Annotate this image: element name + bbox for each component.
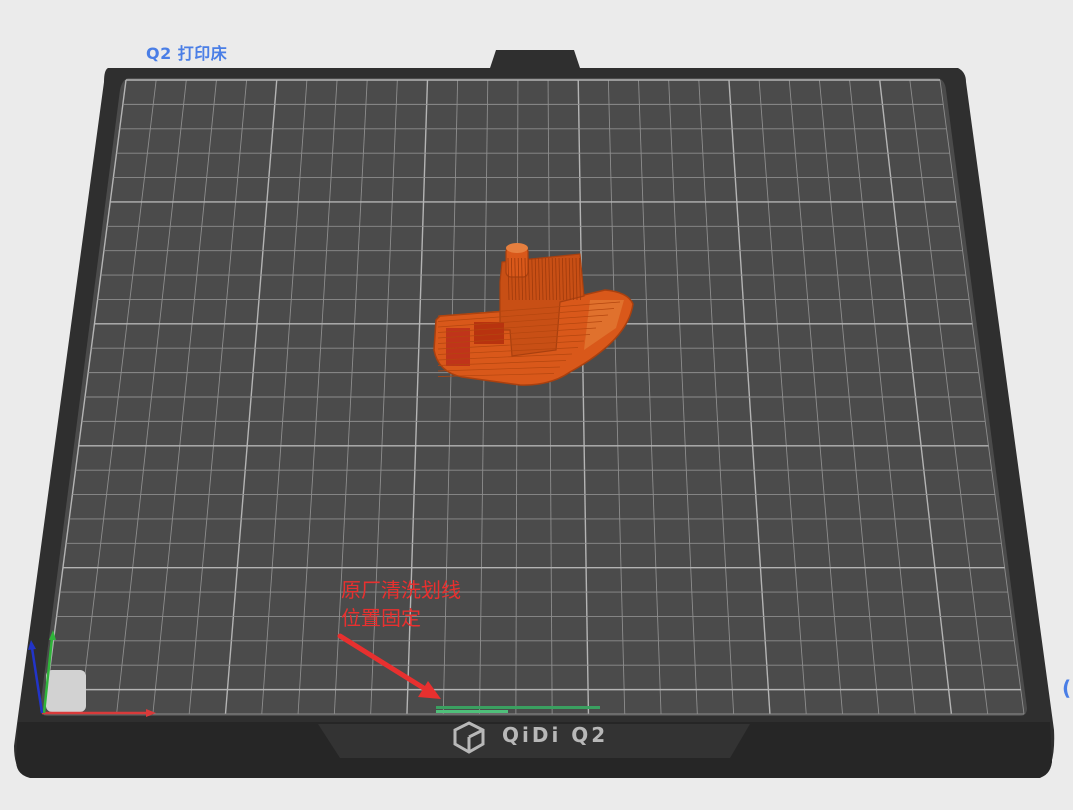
scene-canvas[interactable]	[0, 0, 1073, 810]
model-inner-deck	[446, 328, 470, 366]
model-chimney-top	[506, 243, 528, 253]
annotation-line-1: 原厂清洗划线	[341, 578, 461, 602]
brand-name: QiDi Q2	[502, 723, 609, 747]
annotation-line-2: 位置固定	[341, 606, 421, 630]
brand-mark: QiDi Q2	[502, 720, 608, 750]
plate-name-label: Q2 打印床	[146, 44, 228, 63]
offscreen-plate-label-fragment: (	[1062, 676, 1072, 700]
3d-viewport[interactable]: Q2 打印床 原厂清洗划线 位置固定 QiDi Q2 (	[0, 0, 1073, 810]
annotation-note: 原厂清洗划线 位置固定	[341, 576, 461, 632]
purge-line	[436, 706, 600, 709]
axis-origin-cube	[46, 670, 86, 712]
purge-line-secondary	[436, 710, 508, 713]
